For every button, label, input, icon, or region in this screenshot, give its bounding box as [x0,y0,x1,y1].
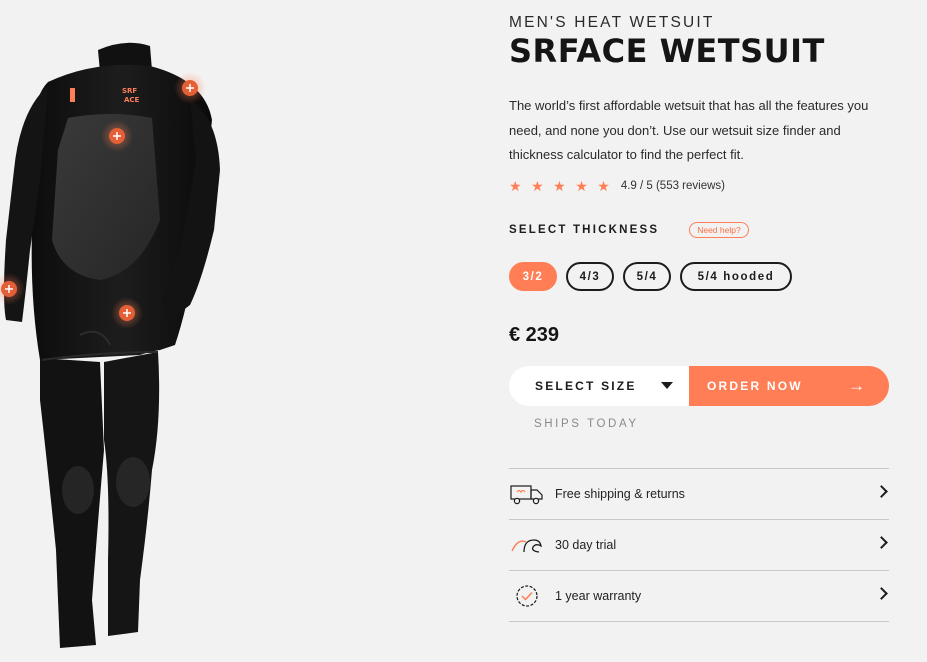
hotspot-hip[interactable] [111,297,143,329]
feature-row-shipping[interactable]: Free shipping & returns [509,469,889,520]
order-now-label: ORDER NOW [707,379,803,393]
feature-row-trial[interactable]: 30 day trial [509,520,889,571]
thickness-option-4-3[interactable]: 4/3 [566,262,614,291]
wave-icon [509,531,545,559]
thickness-label: SELECT THICKNESS [509,224,660,236]
ships-today-text: SHIPS TODAY [534,418,639,430]
purchase-row: SELECT SIZE ORDER NOW → [509,366,889,406]
hotspot-shoulder[interactable] [174,72,206,104]
need-help-button[interactable]: Need help? [689,222,749,238]
order-now-button[interactable]: ORDER NOW → [689,366,889,406]
svg-text:ACE: ACE [124,96,140,104]
arrow-right-icon: → [848,376,865,395]
price: € 239 [509,324,560,346]
thickness-options: 3/2 4/3 5/4 5/4 hooded [509,262,792,291]
size-select[interactable]: SELECT SIZE [509,366,689,406]
product-image: SRF ACE [0,0,470,662]
product-description: The world’s first affordable wetsuit tha… [509,98,869,162]
rating[interactable]: ★ ★ ★ ★ ★ 4.9 / 5 (553 reviews) [509,178,725,194]
star-icon: ★ [553,178,566,194]
star-icon: ★ [575,178,588,194]
chevron-right-icon [875,485,888,498]
svg-text:SRF: SRF [122,87,137,95]
feature-label: Free shipping & returns [555,487,685,501]
star-icon: ★ [509,178,522,194]
size-select-label: SELECT SIZE [535,379,637,393]
thickness-option-3-2[interactable]: 3/2 [509,262,557,291]
star-icon: ★ [531,178,544,194]
thickness-option-5-4-hooded[interactable]: 5/4 hooded [680,262,792,291]
features-list: Free shipping & returns 30 day trial 1 y… [509,468,889,622]
truck-icon [509,480,545,508]
feature-label: 30 day trial [555,538,617,552]
star-rating: ★ ★ ★ ★ ★ [509,178,610,194]
thickness-header: SELECT THICKNESS Need help? [509,222,749,238]
feature-label: 1 year warranty [555,589,642,603]
product-category: MEN'S HEAT WETSUIT [509,14,715,31]
chevron-right-icon [875,587,888,600]
feature-row-warranty[interactable]: 1 year warranty [509,571,889,622]
thickness-option-5-4[interactable]: 5/4 [623,262,671,291]
badge-check-icon [509,582,545,610]
rating-text[interactable]: 4.9 / 5 (553 reviews) [621,180,725,192]
product-title: SRFACE WETSUIT [509,32,825,70]
star-icon: ★ [597,178,610,194]
chevron-right-icon [875,536,888,549]
hotspot-chest[interactable] [101,120,133,152]
wetsuit-image: SRF ACE [0,42,220,648]
chevron-down-icon [661,382,673,389]
